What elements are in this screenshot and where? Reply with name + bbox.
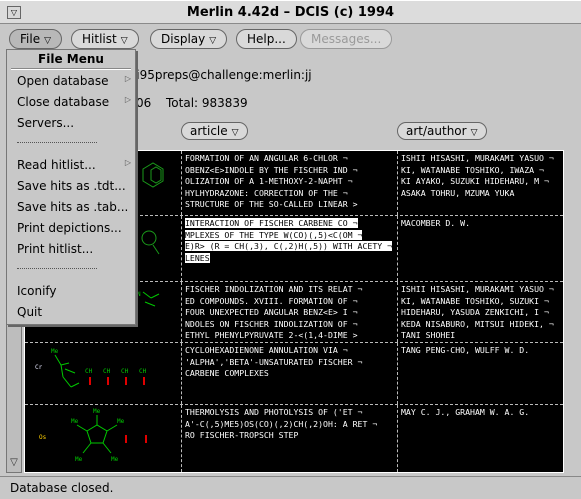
article-title: FISCHER INDOLIZATION AND ITS RELAT ¬ ED … bbox=[185, 284, 363, 341]
article-title: FORMATION OF AN ANGULAR 6-CHLOR ¬ OBENZ<… bbox=[185, 153, 358, 210]
svg-text:Me: Me bbox=[93, 408, 101, 415]
highlighted-title: INTERACTION OF FISCHER CARBENE CO ¬ MPLE… bbox=[185, 218, 393, 263]
server-path: si95preps@challenge:merlin:jj bbox=[130, 68, 312, 82]
svg-text:Me: Me bbox=[111, 456, 119, 463]
menu-item-label: Iconify bbox=[17, 284, 57, 298]
menu-separator bbox=[17, 142, 97, 143]
molecule-icon: CH CH CH CH Me Cr bbox=[35, 348, 147, 388]
article-title-cell: FORMATION OF AN ANGULAR 6-CHLOR ¬ OBENZ<… bbox=[182, 151, 398, 215]
window-title: Merlin 4.42d – DCIS (c) 1994 bbox=[186, 5, 395, 20]
menu-item-close-database[interactable]: Close database ▷ bbox=[17, 95, 133, 109]
article-title-cell: CYCLOHEXADIENONE ANNULATION VIA ¬ 'ALPHA… bbox=[182, 343, 398, 404]
status-bar: Database closed. bbox=[0, 476, 581, 499]
svg-text:CH: CH bbox=[103, 368, 111, 375]
author-list: MAY C. J., GRAHAM W. A. G. bbox=[401, 407, 530, 417]
submenu-arrow-icon: ▷ bbox=[124, 95, 131, 104]
menu-item-label: Open database bbox=[17, 74, 109, 88]
menu-item-label: Print hitlist... bbox=[17, 242, 94, 256]
title-bar: ▽ Merlin 4.42d – DCIS (c) 1994 bbox=[0, 0, 581, 24]
scroll-down-icon[interactable]: ▽ bbox=[8, 456, 20, 470]
article-title-cell: FISCHER INDOLIZATION AND ITS RELAT ¬ ED … bbox=[182, 282, 398, 342]
file-menu-button[interactable]: File ▽ bbox=[9, 29, 63, 49]
article-title-cell: INTERACTION OF FISCHER CARBENE CO ¬ MPLE… bbox=[182, 216, 398, 281]
menu-separator bbox=[17, 268, 97, 269]
article-column-label: article bbox=[190, 124, 228, 138]
svg-text:CH: CH bbox=[121, 368, 129, 375]
svg-text:Me: Me bbox=[51, 348, 59, 355]
menu-item-label: Servers... bbox=[17, 116, 75, 130]
molecule-icon: Me Me Me Me Me Os bbox=[39, 408, 147, 463]
menu-item-read-hitlist[interactable]: Read hitlist... ▷ bbox=[17, 158, 133, 172]
menu-item-label: Close database bbox=[17, 95, 110, 109]
structure-depiction: Me Me Me Me Me Os bbox=[25, 405, 182, 472]
author-cell: ISHII HISASHI, MURAKAMI YASUO ¬ KI, WATA… bbox=[398, 282, 563, 342]
author-cell: MAY C. J., GRAHAM W. A. G. bbox=[398, 405, 563, 472]
menu-item-save-hits-tdt[interactable]: Save hits as .tdt... bbox=[17, 179, 133, 193]
author-column-label: art/author bbox=[406, 124, 467, 138]
menu-item-label: Quit bbox=[17, 305, 43, 319]
author-list: ISHII HISASHI, MURAKAMI YASUO ¬ KI, WATA… bbox=[401, 153, 554, 198]
article-title-cell: THERMOLYSIS AND PHOTOLYSIS OF ('ET ¬ A'-… bbox=[182, 405, 398, 472]
article-title: INTERACTION OF FISCHER CARBENE CO ¬ MPLE… bbox=[182, 216, 397, 264]
table-row[interactable]: CH CH CH CH Me Cr CYCLOHEXADIENONE ANNULATI… bbox=[25, 343, 563, 405]
menu-item-label: Save hits as .tdt... bbox=[17, 179, 126, 193]
chevron-down-icon: ▽ bbox=[44, 36, 52, 46]
menu-item-label: Print depictions... bbox=[17, 221, 122, 235]
author-cell: ISHII HISASHI, MURAKAMI YASUO ¬ KI, WATA… bbox=[398, 151, 563, 215]
status-text: Database closed. bbox=[10, 481, 114, 495]
article-title: CYCLOHEXADIENONE ANNULATION VIA ¬ 'ALPHA… bbox=[185, 345, 363, 379]
menu-item-open-database[interactable]: Open database ▷ bbox=[17, 74, 133, 88]
menu-item-print-hitlist[interactable]: Print hitlist... bbox=[17, 242, 133, 256]
total-count: Total: 983839 bbox=[166, 96, 248, 110]
hitlist-menu-button[interactable]: Hitlist ▽ bbox=[71, 29, 139, 49]
article-column-header[interactable]: article ▽ bbox=[181, 122, 248, 140]
help-button[interactable]: Help... bbox=[236, 29, 297, 49]
svg-text:N: N bbox=[137, 291, 141, 298]
submenu-arrow-icon: ▷ bbox=[124, 74, 131, 83]
menu-item-label: Save hits as .tab... bbox=[17, 200, 129, 214]
help-label: Help... bbox=[247, 32, 286, 46]
menu-item-quit[interactable]: Quit bbox=[17, 305, 133, 319]
menu-item-label: Read hitlist... bbox=[17, 158, 96, 172]
svg-text:CH: CH bbox=[85, 368, 93, 375]
display-menu-label: Display bbox=[161, 32, 206, 46]
file-menu-label: File bbox=[20, 32, 41, 46]
article-title: THERMOLYSIS AND PHOTOLYSIS OF ('ET ¬ A'-… bbox=[185, 407, 378, 441]
author-cell: MACOMBER D. W. bbox=[398, 216, 563, 281]
svg-text:Os: Os bbox=[39, 434, 47, 441]
table-row[interactable]: Me Me Me Me Me Os THERMOLYSIS AND PHOTOLYSI… bbox=[25, 405, 563, 472]
svg-text:Cr: Cr bbox=[35, 364, 43, 371]
chevron-down-icon: ▽ bbox=[120, 36, 128, 46]
file-menu-header: File Menu bbox=[38, 52, 104, 66]
submenu-arrow-icon: ▷ bbox=[124, 158, 131, 167]
structure-depiction: CH CH CH CH Me Cr bbox=[25, 343, 182, 404]
file-dropdown-menu: File Menu Open database ▷ Close database ▷… bbox=[6, 49, 136, 325]
messages-button[interactable]: Messages... bbox=[300, 29, 393, 49]
menu-item-print-depictions[interactable]: Print depictions... bbox=[17, 221, 133, 235]
author-list: ISHII HISASHI, MURAKAMI YASUO ¬ KI, WATA… bbox=[401, 284, 554, 341]
hits-count: 06 bbox=[136, 96, 152, 110]
menu-divider bbox=[11, 68, 131, 70]
display-menu-button[interactable]: Display ▽ bbox=[150, 29, 228, 49]
author-column-header[interactable]: art/author ▽ bbox=[397, 122, 487, 140]
menu-item-save-hits-tab[interactable]: Save hits as .tab... bbox=[17, 200, 133, 214]
svg-text:Me: Me bbox=[71, 418, 79, 425]
chevron-down-icon: ▽ bbox=[231, 128, 239, 138]
svg-text:CH: CH bbox=[139, 368, 147, 375]
chevron-down-icon: ▽ bbox=[470, 128, 478, 138]
author-cell: TANG PENG-CHO, WULFF W. D. bbox=[398, 343, 563, 404]
author-list: MACOMBER D. W. bbox=[401, 218, 471, 228]
menu-item-iconify[interactable]: Iconify bbox=[17, 284, 133, 298]
menu-item-servers[interactable]: Servers... bbox=[17, 116, 133, 130]
svg-text:Me: Me bbox=[75, 456, 83, 463]
chevron-down-icon: ▽ bbox=[209, 36, 217, 46]
svg-text:Me: Me bbox=[117, 418, 125, 425]
author-list: TANG PENG-CHO, WULFF W. D. bbox=[401, 345, 530, 355]
hitlist-menu-label: Hitlist bbox=[82, 32, 117, 46]
messages-label: Messages... bbox=[311, 32, 382, 46]
